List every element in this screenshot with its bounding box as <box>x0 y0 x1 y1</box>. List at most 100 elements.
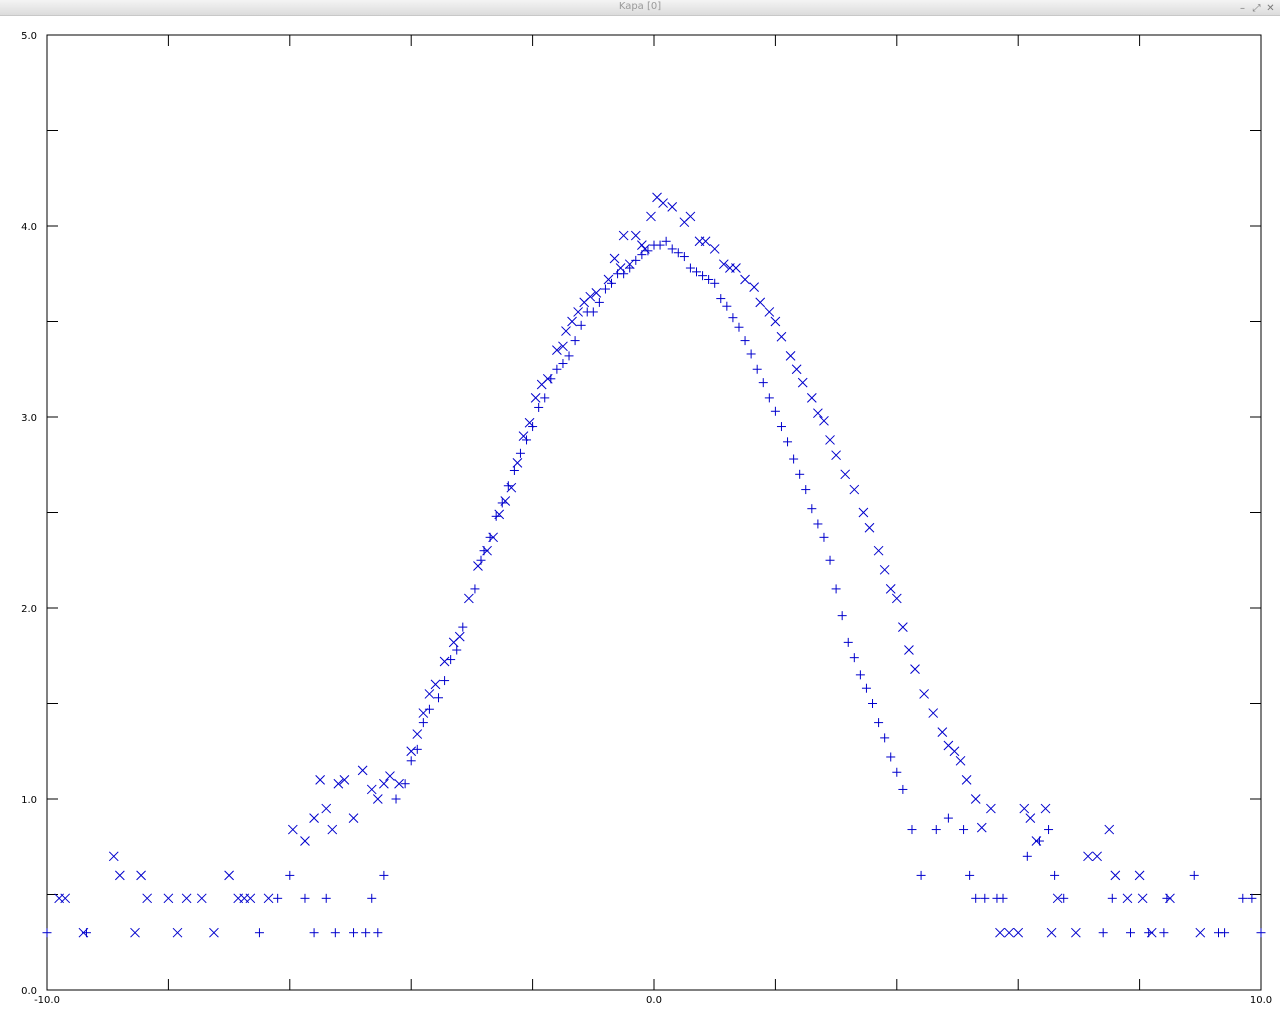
plus-point <box>783 437 793 447</box>
cross-point <box>615 263 626 273</box>
plus-point <box>868 699 878 708</box>
cross-point <box>172 927 183 938</box>
plus-point <box>943 813 953 823</box>
cross-point <box>755 297 766 308</box>
y-tick-label: 0.0 <box>21 986 37 997</box>
minimize-icon[interactable]: – <box>1237 3 1248 14</box>
plus-point <box>728 313 738 323</box>
y-tick-label: 2.0 <box>21 604 37 615</box>
plus-point <box>558 359 568 369</box>
plus-point <box>998 893 1008 903</box>
plot-frame <box>46 34 1262 991</box>
plus-point <box>321 893 331 903</box>
plus-point <box>758 378 768 388</box>
plus-point <box>880 733 890 743</box>
cross-point <box>667 202 678 212</box>
y-tick-label: 4.0 <box>21 222 37 233</box>
plus-point <box>691 267 701 277</box>
cross-point <box>321 803 332 814</box>
plus-point <box>931 825 941 835</box>
cross-point <box>618 230 629 241</box>
maximize-icon[interactable]: ⤢ <box>1251 3 1262 14</box>
plus-point <box>330 928 340 938</box>
cross-point <box>831 450 841 461</box>
cross-point <box>685 211 696 222</box>
cross-point <box>372 794 383 804</box>
y-tick-label: 3.0 <box>21 413 37 424</box>
cross-point <box>1046 927 1057 938</box>
plus-point <box>470 584 480 594</box>
cross-point <box>163 893 174 904</box>
plus-point <box>391 794 401 804</box>
window-title: Kapa [0] <box>618 1 662 12</box>
cross-point <box>785 351 796 361</box>
plus-point <box>740 336 750 346</box>
cross-point <box>60 893 71 904</box>
plus-point <box>509 465 519 475</box>
axes-layer <box>46 34 1262 991</box>
cross-point <box>791 364 802 375</box>
cross-point <box>418 708 429 718</box>
y-tick-label: 5.0 <box>21 31 37 42</box>
plus-point <box>698 271 708 281</box>
cross-point <box>1092 851 1102 862</box>
cross-point <box>910 664 920 674</box>
cross-point <box>357 765 368 776</box>
cross-point <box>1134 870 1145 881</box>
cross-point <box>764 307 775 317</box>
plus-point <box>406 756 416 766</box>
plus-point <box>886 752 896 762</box>
plus-point <box>710 278 720 288</box>
window-titlebar[interactable]: Kapa [0] – ⤢ ✕ <box>0 0 1280 16</box>
cross-point <box>385 771 395 781</box>
plus-point <box>254 928 264 938</box>
cross-point <box>718 259 729 270</box>
cross-point <box>108 851 119 862</box>
cross-point <box>776 331 787 342</box>
plus-point <box>515 448 525 458</box>
plus-point <box>916 870 926 880</box>
cross-point <box>658 198 668 208</box>
cross-point <box>879 564 890 575</box>
cross-point <box>348 813 359 823</box>
plus-point <box>971 893 981 903</box>
cross-point <box>949 746 960 757</box>
plus-point <box>746 349 756 359</box>
cross-point <box>1137 893 1148 904</box>
cross-point <box>424 689 435 699</box>
plus-point <box>716 294 726 304</box>
cross-point <box>709 244 720 254</box>
plus-point <box>631 255 641 265</box>
cross-point <box>1071 927 1081 938</box>
cross-point <box>263 893 274 904</box>
cross-point <box>327 824 338 835</box>
cross-point <box>585 291 596 302</box>
cross-point <box>646 211 656 222</box>
plus-point <box>980 893 990 903</box>
cross-point <box>333 778 344 789</box>
plus-point <box>892 767 902 777</box>
plus-point <box>667 244 677 254</box>
cross-point <box>898 622 908 632</box>
cross-point <box>819 415 829 426</box>
cross-point <box>315 775 326 785</box>
cross-point <box>573 307 583 317</box>
plus-point <box>752 364 762 374</box>
cross-point <box>1025 813 1036 823</box>
plus-point <box>874 718 884 728</box>
cross-point <box>114 870 125 881</box>
plus-point <box>734 322 744 332</box>
cross-point <box>873 545 884 556</box>
close-icon[interactable]: ✕ <box>1265 3 1276 14</box>
cross-point <box>1019 803 1030 814</box>
cross-point <box>813 408 823 419</box>
cross-point <box>995 927 1005 938</box>
cross-point <box>567 316 577 327</box>
plus-point <box>446 655 456 665</box>
plot-area: -10.0 0.0 10.0 0.0 1.0 2.0 3.0 4.0 5.0 <box>0 16 1280 1024</box>
plus-point <box>349 928 359 938</box>
cross-point <box>591 287 602 298</box>
plus-point <box>503 481 513 491</box>
plus-point <box>1247 893 1257 903</box>
plus-point <box>959 825 969 835</box>
